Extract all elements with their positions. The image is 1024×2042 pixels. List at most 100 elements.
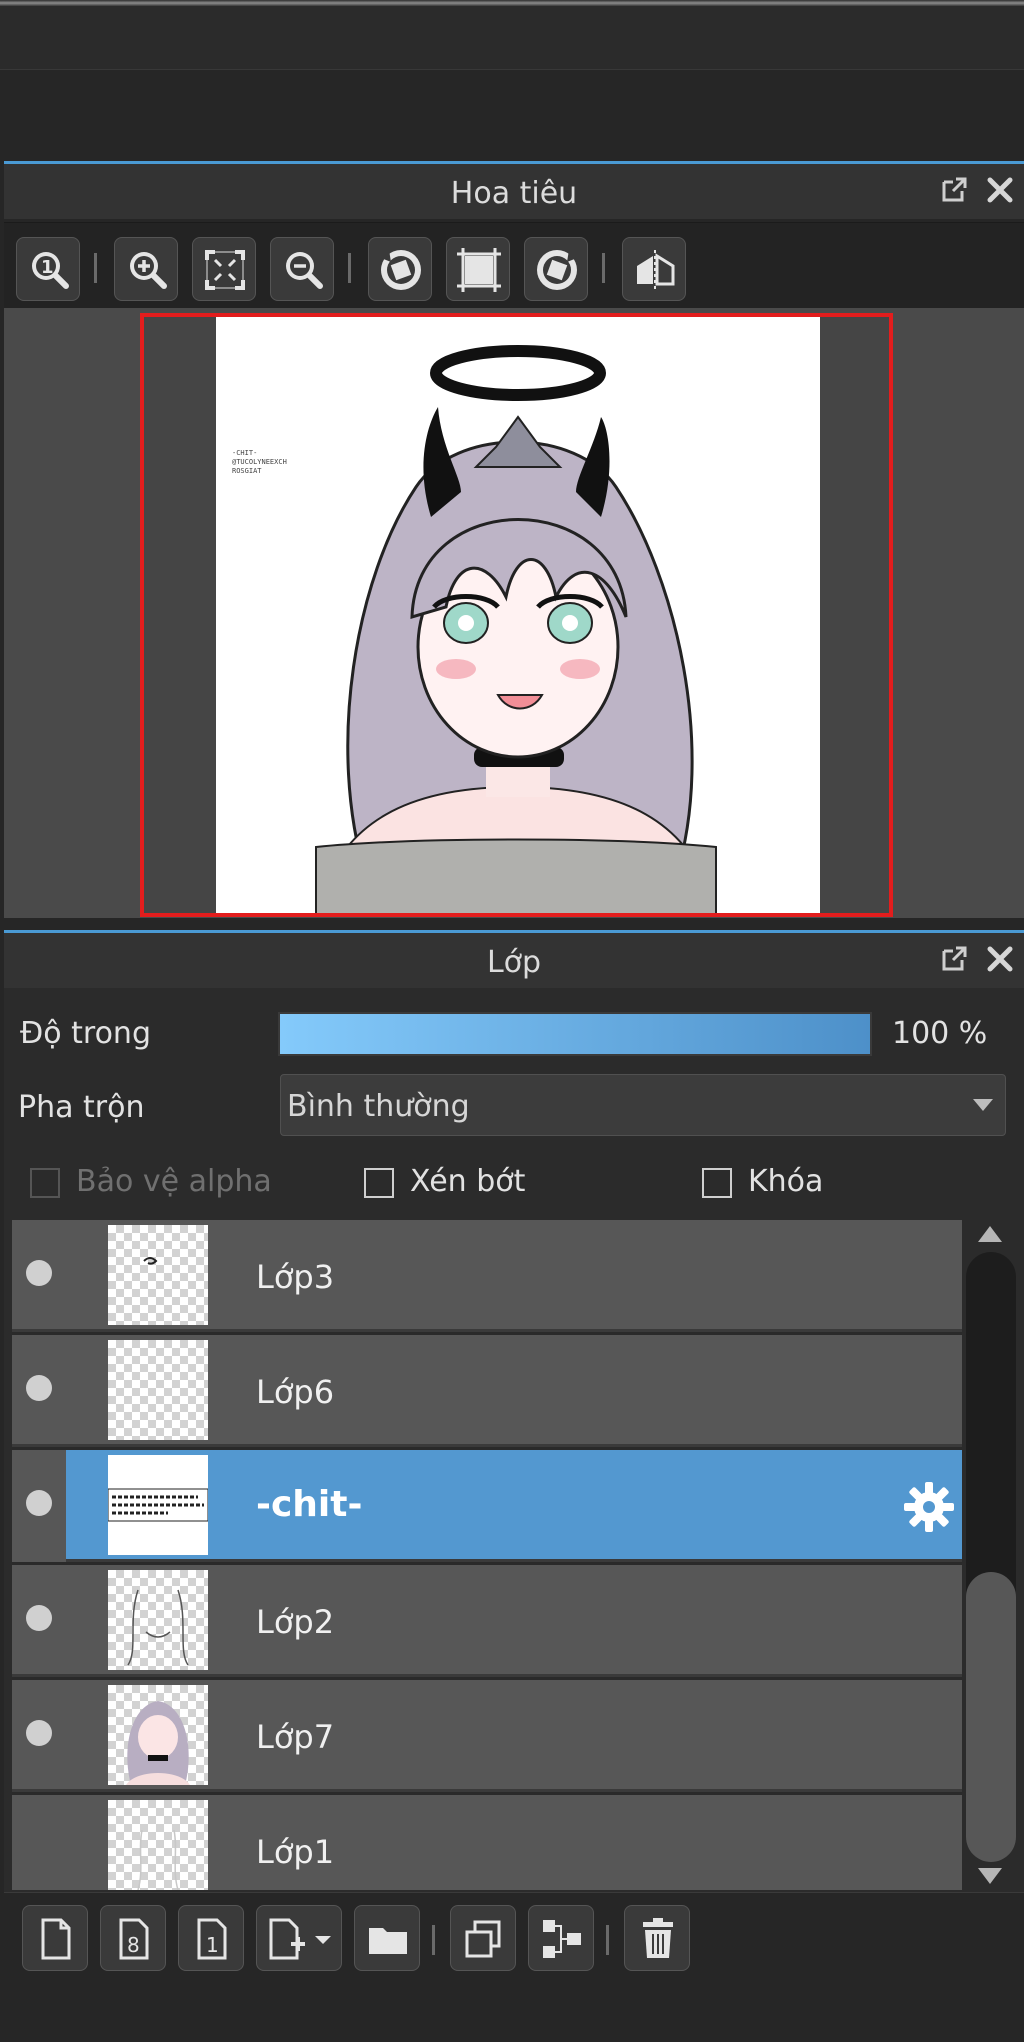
layer-thumbnail bbox=[108, 1570, 208, 1670]
bottom-status-area bbox=[0, 1984, 1024, 2042]
fit-screen-icon bbox=[205, 250, 245, 290]
lock-checkbox[interactable] bbox=[702, 1168, 732, 1198]
canvas-thumbnail: -CHIT- @TUCOLYNEEXCH ROSGIAT bbox=[216, 317, 820, 913]
navigator-panel-title: Hoa tiêu bbox=[450, 176, 578, 211]
merge-down-icon bbox=[543, 1920, 581, 1958]
close-icon[interactable] bbox=[984, 174, 1016, 206]
duplicate-icon bbox=[465, 1920, 501, 1958]
layer-row[interactable]: Lớp2 bbox=[12, 1565, 962, 1677]
clipping-checkbox[interactable] bbox=[364, 1168, 394, 1198]
layers-panel-header: Lớp bbox=[4, 930, 1024, 988]
new-document-icon bbox=[41, 1918, 71, 1960]
opacity-slider[interactable] bbox=[278, 1012, 872, 1056]
folder-icon bbox=[369, 1928, 407, 1954]
character-illustration bbox=[315, 345, 717, 913]
layer-name: Lớp6 bbox=[256, 1373, 335, 1411]
svg-text:1: 1 bbox=[206, 1933, 219, 1957]
toolbar-separator bbox=[348, 253, 351, 283]
layer-name: Lớp3 bbox=[256, 1258, 335, 1296]
visibility-toggle[interactable] bbox=[26, 1375, 52, 1401]
opacity-label: Độ trong bbox=[20, 1016, 151, 1051]
new-layer-button[interactable] bbox=[22, 1905, 88, 1971]
scroll-thumb[interactable] bbox=[966, 1572, 1016, 1862]
zoom-in-button[interactable] bbox=[114, 237, 178, 301]
new-folder-button[interactable] bbox=[354, 1905, 420, 1971]
visibility-toggle[interactable] bbox=[26, 1605, 52, 1631]
layer-row-selected[interactable]: -chit- bbox=[12, 1450, 962, 1562]
lock-label: Khóa bbox=[748, 1164, 824, 1199]
layers-panel-title: Lớp bbox=[486, 945, 542, 980]
zoom-in-icon bbox=[130, 252, 167, 289]
merge-layer-button[interactable] bbox=[528, 1905, 594, 1971]
scroll-down-icon[interactable] bbox=[978, 1868, 1002, 1884]
rotate-left-icon bbox=[381, 250, 421, 290]
fit-screen-button[interactable] bbox=[192, 237, 256, 301]
layer-toolbar: 8 1 bbox=[4, 1892, 1024, 1984]
toolbar-separator bbox=[606, 1925, 609, 1955]
flip-horizontal-button[interactable] bbox=[622, 237, 686, 301]
view-area-frame[interactable]: -CHIT- @TUCOLYNEEXCH ROSGIAT bbox=[140, 313, 893, 917]
layer-row[interactable]: Lớp7 bbox=[12, 1680, 962, 1792]
layer-thumbnail bbox=[108, 1340, 208, 1440]
gear-icon[interactable] bbox=[902, 1480, 956, 1534]
rotate-right-icon bbox=[537, 250, 577, 290]
layer-row[interactable]: Lớp1 bbox=[12, 1795, 962, 1890]
layer-thumbnail bbox=[107, 1455, 209, 1555]
layer-name: Lớp1 bbox=[256, 1833, 335, 1871]
layer-thumbnail bbox=[108, 1685, 208, 1785]
rotate-right-button[interactable] bbox=[524, 237, 588, 301]
chevron-down-icon bbox=[973, 1099, 993, 1111]
layer-name: Lớp2 bbox=[256, 1603, 335, 1641]
blend-mode-label: Pha trộn bbox=[18, 1090, 145, 1125]
new-1bit-layer-button[interactable]: 1 bbox=[178, 1905, 244, 1971]
reset-view-button[interactable] bbox=[446, 237, 510, 301]
close-icon[interactable] bbox=[984, 943, 1016, 975]
rotate-left-button[interactable] bbox=[368, 237, 432, 301]
visibility-toggle[interactable] bbox=[26, 1260, 52, 1286]
top-toolbar-area bbox=[0, 6, 1024, 70]
layer-thumbnail bbox=[108, 1800, 208, 1890]
protect-alpha-label: Bảo vệ alpha bbox=[76, 1164, 272, 1199]
layer-list: Lớp3 Lớp6 -chit- Lớp2 Lớp7 Lớp1 bbox=[12, 1220, 962, 1890]
opacity-value: 100 % bbox=[892, 1016, 988, 1051]
empty-area bbox=[0, 71, 1024, 161]
add-layer-icon bbox=[269, 1918, 331, 1960]
layer-name: Lớp7 bbox=[256, 1718, 335, 1756]
svg-text:1: 1 bbox=[41, 257, 54, 278]
popout-icon[interactable] bbox=[938, 943, 970, 975]
8bit-layer-icon: 8 bbox=[119, 1918, 149, 1960]
reset-view-icon bbox=[457, 248, 501, 292]
protect-alpha-checkbox[interactable] bbox=[30, 1168, 60, 1198]
layer-thumbnail bbox=[108, 1225, 208, 1325]
layer-name: -chit- bbox=[256, 1484, 363, 1525]
trash-icon bbox=[643, 1918, 673, 1958]
svg-text:8: 8 bbox=[127, 1933, 140, 1957]
scroll-up-icon[interactable] bbox=[978, 1226, 1002, 1242]
navigator-toolbar: 1 bbox=[4, 222, 1024, 308]
1bit-layer-icon: 1 bbox=[197, 1918, 227, 1960]
scroll-track[interactable] bbox=[966, 1252, 1016, 1862]
toolbar-separator bbox=[432, 1925, 435, 1955]
zoom-actual-button[interactable]: 1 bbox=[16, 237, 80, 301]
navigator-preview[interactable]: -CHIT- @TUCOLYNEEXCH ROSGIAT bbox=[4, 308, 1024, 918]
visibility-toggle[interactable] bbox=[26, 1490, 52, 1516]
zoom-out-icon bbox=[286, 252, 323, 289]
layer-row[interactable]: Lớp6 bbox=[12, 1335, 962, 1447]
popout-icon[interactable] bbox=[938, 174, 970, 206]
toolbar-separator bbox=[602, 253, 605, 283]
toolbar-separator bbox=[94, 253, 97, 283]
blend-mode-value: Bình thường bbox=[287, 1089, 470, 1124]
layer-scrollbar[interactable] bbox=[966, 1220, 1016, 1890]
flip-horizontal-icon bbox=[637, 250, 675, 290]
duplicate-layer-button[interactable] bbox=[450, 1905, 516, 1971]
add-layer-menu-button[interactable] bbox=[256, 1905, 342, 1971]
clipping-label: Xén bớt bbox=[410, 1164, 526, 1199]
navigator-panel-header: Hoa tiêu bbox=[4, 161, 1024, 219]
new-8bit-layer-button[interactable]: 8 bbox=[100, 1905, 166, 1971]
blend-mode-select[interactable]: Bình thường bbox=[280, 1074, 1006, 1136]
visibility-toggle[interactable] bbox=[26, 1720, 52, 1746]
zoom-out-button[interactable] bbox=[270, 237, 334, 301]
delete-layer-button[interactable] bbox=[624, 1905, 690, 1971]
zoom-actual-icon: 1 bbox=[32, 252, 69, 289]
layer-row[interactable]: Lớp3 bbox=[12, 1220, 962, 1332]
